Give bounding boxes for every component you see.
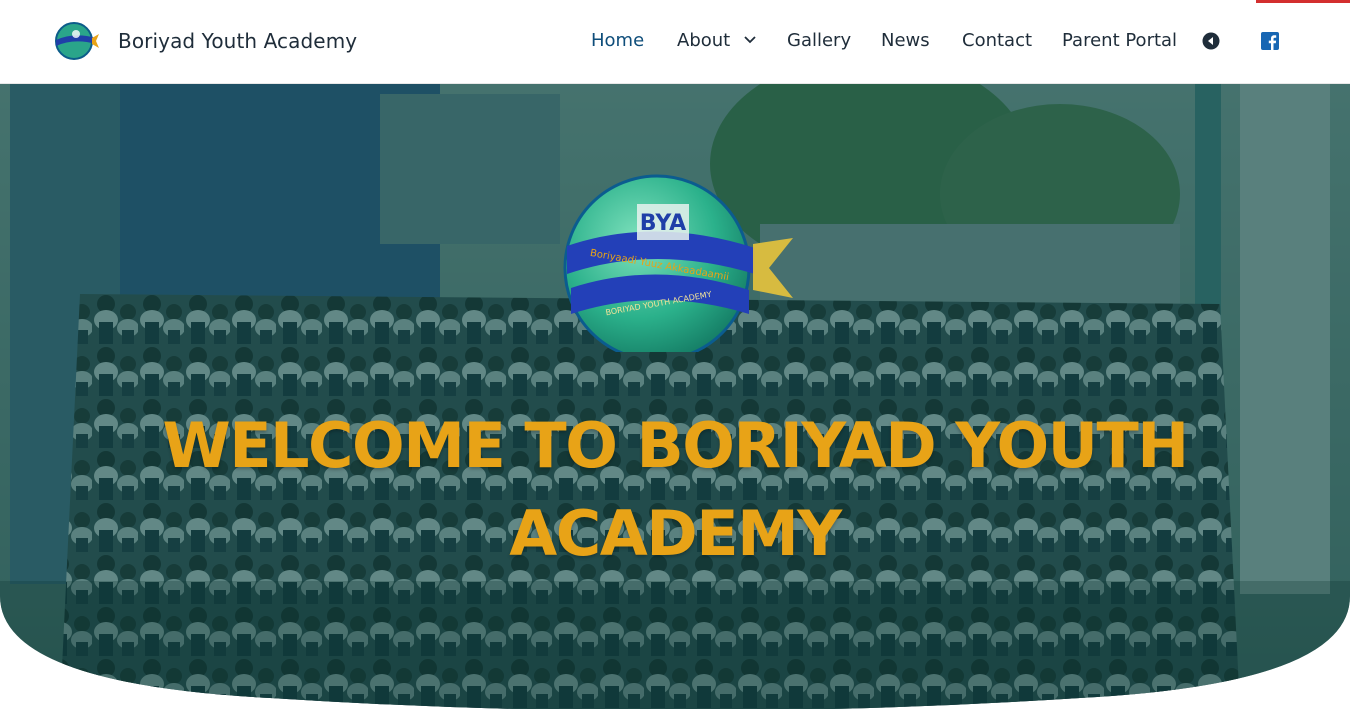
brand-name: Boriyad Youth Academy — [118, 29, 358, 53]
site-header: Boriyad Youth Academy Home About Gallery… — [0, 0, 1350, 84]
nav-item-about[interactable]: About — [677, 29, 756, 53]
nav-item-parent-portal[interactable]: Parent Portal — [1062, 29, 1177, 53]
facebook-icon[interactable] — [1261, 32, 1279, 50]
nav-item-gallery[interactable]: Gallery — [787, 29, 851, 53]
brand-link[interactable]: Boriyad Youth Academy — [52, 20, 357, 62]
top-accent-bar — [1256, 0, 1350, 3]
globe-logo-icon — [55, 22, 99, 60]
academy-emblem: BYA Boriyaadi Yuuz Akkaadaamii BORIYAD Y… — [563, 174, 793, 352]
chevron-down-icon — [744, 36, 756, 44]
circle-left-arrow-icon[interactable] — [1202, 32, 1220, 50]
hero-title: WELCOME TO BORIYAD YOUTH ACADEMY — [162, 409, 1189, 570]
emblem-monogram: BYA — [640, 211, 686, 236]
nav-item-contact[interactable]: Contact — [962, 29, 1032, 53]
nav-item-home[interactable]: Home — [591, 29, 644, 53]
nav-item-news[interactable]: News — [881, 29, 930, 53]
nav-item-about-label: About — [677, 30, 731, 51]
hero-section: BYA Boriyaadi Yuuz Akkaadaamii BORIYAD Y… — [0, 84, 1350, 709]
